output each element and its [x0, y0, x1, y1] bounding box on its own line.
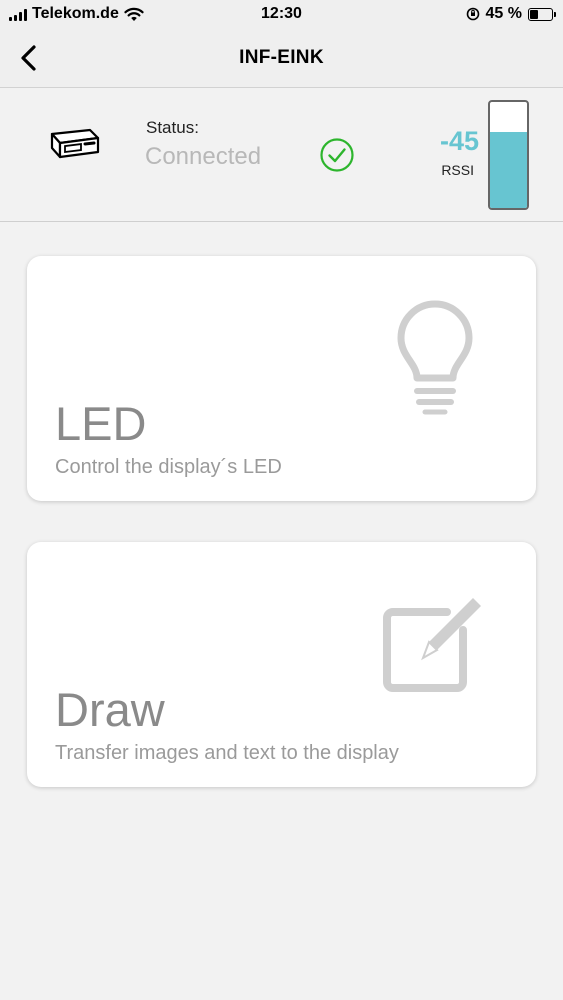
status-label: Status:	[146, 118, 199, 137]
battery-fill	[530, 9, 539, 19]
check-circle-icon	[320, 138, 354, 172]
rssi-value: -45	[439, 126, 479, 156]
led-card-title: LED	[55, 397, 147, 450]
rssi-label: RSSI	[441, 162, 474, 178]
device-status-panel: Status: Connected -45 RSSI	[0, 88, 563, 222]
draw-card-subtitle: Transfer images and text to the display	[55, 742, 399, 764]
lightbulb-icon	[397, 300, 473, 415]
status-bar: Telekom.de 12:30 45 %	[0, 0, 563, 30]
draw-card-title: Draw	[55, 683, 165, 736]
orientation-lock-icon	[466, 7, 479, 21]
eink-device-icon	[50, 128, 100, 159]
status-bar-right: 45 %	[466, 5, 556, 23]
navigation-bar: INF-EINK	[0, 30, 563, 88]
led-card-subtitle: Control the display´s LED	[55, 456, 282, 478]
battery-percent: 45 %	[485, 5, 522, 22]
battery-icon	[528, 7, 556, 21]
edit-pencil-icon	[383, 598, 481, 692]
signal-strength-bar	[488, 100, 529, 210]
led-card[interactable]: LED Control the display´s LED	[27, 256, 536, 501]
page-title: INF-EINK	[239, 47, 324, 68]
draw-card[interactable]: Draw Transfer images and text to the dis…	[27, 542, 536, 787]
status-value: Connected	[145, 143, 262, 170]
signal-strength-fill	[490, 131, 527, 208]
